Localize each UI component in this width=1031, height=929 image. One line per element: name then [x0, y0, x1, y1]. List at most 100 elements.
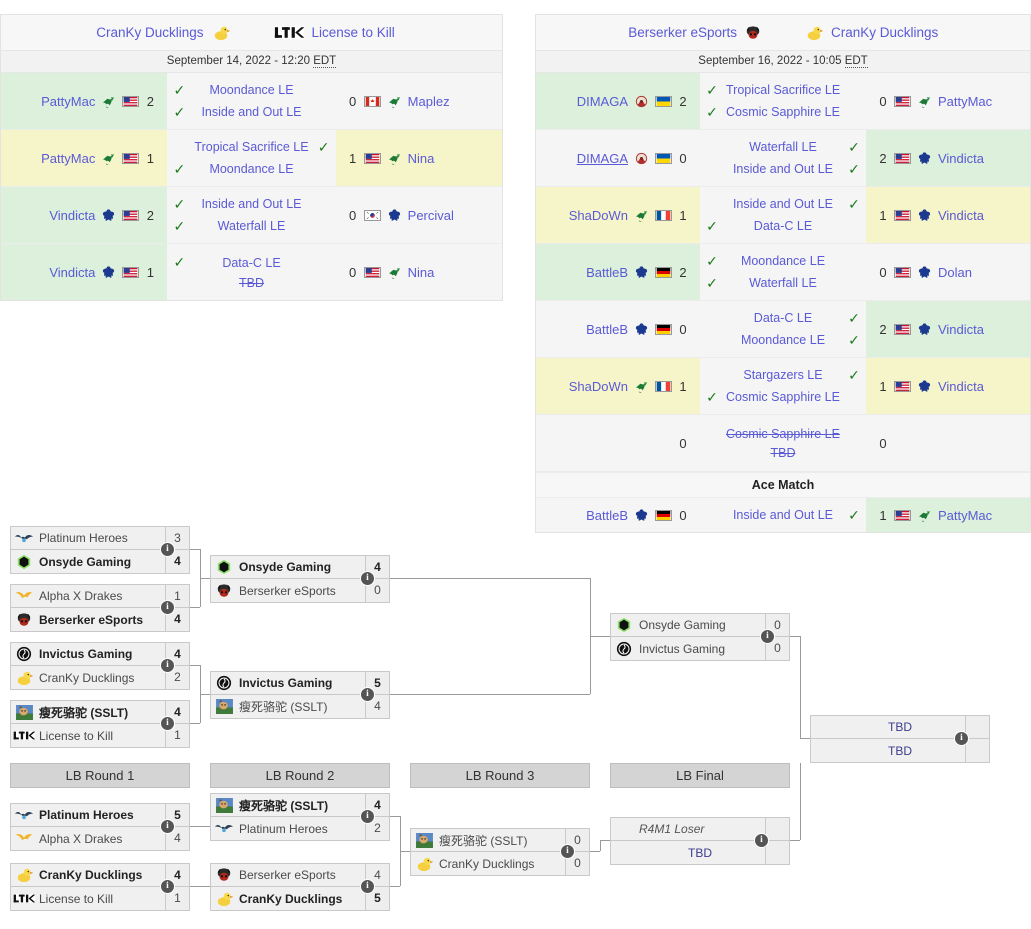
player-name-right[interactable]: Percival	[408, 208, 454, 223]
player-name-right[interactable]: PattyMac	[938, 94, 992, 109]
bracket-team-name[interactable]: License to Kill	[35, 892, 165, 906]
match-info-icon[interactable]: i	[360, 687, 375, 702]
player-name-left[interactable]: ShaDoWn	[569, 379, 628, 394]
bracket-team-name[interactable]: Platinum Heroes	[35, 808, 165, 822]
player-name-left[interactable]: BattleB	[586, 265, 628, 280]
map-name[interactable]: Cosmic Sapphire LE	[726, 105, 840, 119]
flag-us-icon	[893, 209, 911, 221]
map-name[interactable]: Stargazers LE	[726, 368, 840, 382]
map-name[interactable]: Moondance LE	[193, 162, 309, 176]
map-name[interactable]: Inside and Out LE	[726, 197, 840, 211]
bracket-team-name[interactable]: Berserker eSports	[35, 613, 165, 627]
bracket-team-logo	[13, 890, 35, 908]
player-name-left[interactable]: PattyMac	[41, 94, 95, 109]
match-header-team-right: License to Kill	[252, 25, 503, 40]
team-name-right[interactable]: License to Kill	[312, 25, 395, 40]
bracket-connector	[200, 578, 210, 579]
bracket-team-name[interactable]: License to Kill	[35, 729, 165, 743]
bracket-team-name[interactable]: CranKy Ducklings	[35, 671, 165, 685]
map-name[interactable]: Moondance LE	[726, 333, 840, 347]
flag-us-icon	[363, 152, 381, 164]
match-info-icon[interactable]: i	[160, 658, 175, 673]
player-name-left[interactable]: BattleB	[586, 322, 628, 337]
match-info-icon[interactable]: i	[160, 716, 175, 731]
bracket-team-name[interactable]: 瘦死骆驼 (SSLT)	[35, 704, 165, 721]
player-name-right[interactable]: Vindicta	[938, 151, 984, 166]
player-name-left[interactable]: PattyMac	[41, 151, 95, 166]
player-name-right[interactable]: Nina	[408, 265, 435, 280]
map-name[interactable]: Moondance LE	[726, 254, 840, 268]
player-name-left[interactable]: Vindicta	[49, 265, 95, 280]
player-name-right[interactable]: Nina	[408, 151, 435, 166]
match-info-icon[interactable]: i	[760, 629, 775, 644]
bracket-team-name[interactable]: Platinum Heroes	[235, 822, 365, 836]
player-name-left[interactable]: ShaDoWn	[569, 208, 628, 223]
bracket-team-name[interactable]: Onsyde Gaming	[635, 618, 765, 632]
bracket-team-name[interactable]: Onsyde Gaming	[35, 555, 165, 569]
map-name[interactable]: Data-C LE	[726, 219, 840, 233]
score-left: 1	[146, 264, 154, 280]
match-info-icon[interactable]: i	[754, 833, 769, 848]
bracket-team-name[interactable]: Invictus Gaming	[235, 676, 365, 690]
match-info-icon[interactable]: i	[954, 731, 969, 746]
bracket-team-name[interactable]: CranKy Ducklings	[35, 868, 165, 882]
bracket-team-name[interactable]: CranKy Ducklings	[235, 892, 365, 906]
match-info-icon[interactable]: i	[360, 809, 375, 824]
match-info-icon[interactable]: i	[160, 542, 175, 557]
player-name-left[interactable]: Vindicta	[49, 208, 95, 223]
player-name-left[interactable]: DIMAGA	[577, 151, 628, 166]
map-winner-check-right: ✓	[848, 331, 860, 348]
player-name-right[interactable]: Vindicta	[938, 322, 984, 337]
map-name[interactable]: Waterfall LE	[726, 140, 840, 154]
match-info-icon[interactable]: i	[160, 819, 175, 834]
bracket-team-name[interactable]: TBD	[835, 720, 965, 734]
team-name-right[interactable]: CranKy Ducklings	[831, 25, 938, 40]
bracket-connector	[800, 636, 801, 738]
bracket-team-name[interactable]: Berserker eSports	[235, 868, 365, 882]
match-info-icon[interactable]: i	[360, 571, 375, 586]
player-name-right[interactable]: Maplez	[408, 94, 450, 109]
match-info-icon[interactable]: i	[160, 600, 175, 615]
match-info-icon[interactable]: i	[360, 879, 375, 894]
player-name-right[interactable]: Dolan	[938, 265, 972, 280]
bracket-team-name[interactable]: 瘦死骆驼 (SSLT)	[435, 832, 565, 849]
bracket-team-name[interactable]: TBD	[835, 743, 965, 758]
match-side-right: 0 Percival	[335, 187, 502, 243]
bracket-team-name[interactable]: 瘦死骆驼 (SSLT)	[235, 698, 365, 715]
bracket-team-name[interactable]: 瘦死骆驼 (SSLT)	[235, 797, 365, 814]
map-name[interactable]: Waterfall LE	[726, 276, 840, 290]
map-name[interactable]: Tropical Sacrifice LE	[193, 140, 309, 154]
team-name-left[interactable]: CranKy Ducklings	[96, 25, 203, 40]
bracket-team-name[interactable]: Invictus Gaming	[35, 647, 165, 661]
race-terran-icon	[918, 151, 931, 164]
score-left: 2	[146, 93, 154, 109]
match-info-icon[interactable]: i	[160, 879, 175, 894]
map-name[interactable]: Waterfall LE	[193, 219, 309, 233]
bracket-connector	[800, 738, 810, 739]
bracket-team-name[interactable]: Invictus Gaming	[635, 642, 765, 656]
map-name[interactable]: Inside and Out LE	[193, 197, 309, 211]
bracket-team-name[interactable]: TBD	[635, 845, 765, 860]
bracket-team-name[interactable]: Alpha X Drakes	[35, 832, 165, 846]
map-row: TBD	[704, 446, 862, 460]
map-name[interactable]: Data-C LE	[726, 311, 840, 325]
match-info-icon[interactable]: i	[560, 844, 575, 859]
race-random-icon	[635, 95, 648, 107]
maps-column: ✓ Data-C LE TBD	[167, 244, 336, 300]
bracket-team-name[interactable]: Berserker eSports	[235, 584, 365, 598]
player-name-right[interactable]: Vindicta	[938, 208, 984, 223]
map-name[interactable]: Inside and Out LE	[193, 105, 309, 119]
map-name[interactable]: Inside and Out LE	[726, 162, 840, 176]
bracket-team-name[interactable]: Onsyde Gaming	[235, 560, 365, 574]
player-name-right[interactable]: Vindicta	[938, 379, 984, 394]
map-row: Data-C LE ✓	[704, 310, 862, 327]
bracket-team-name[interactable]: CranKy Ducklings	[435, 857, 565, 871]
team-name-left[interactable]: Berserker eSports	[628, 25, 737, 40]
player-name-left[interactable]: DIMAGA	[577, 94, 628, 109]
bracket-team-name[interactable]: Platinum Heroes	[35, 531, 165, 545]
map-name[interactable]: Cosmic Sapphire LE	[726, 390, 840, 404]
map-name[interactable]: Tropical Sacrifice LE	[726, 83, 840, 97]
bracket-team-name[interactable]: Alpha X Drakes	[35, 589, 165, 603]
map-name[interactable]: Moondance LE	[193, 83, 309, 97]
map-name[interactable]: Data-C LE	[193, 256, 309, 270]
